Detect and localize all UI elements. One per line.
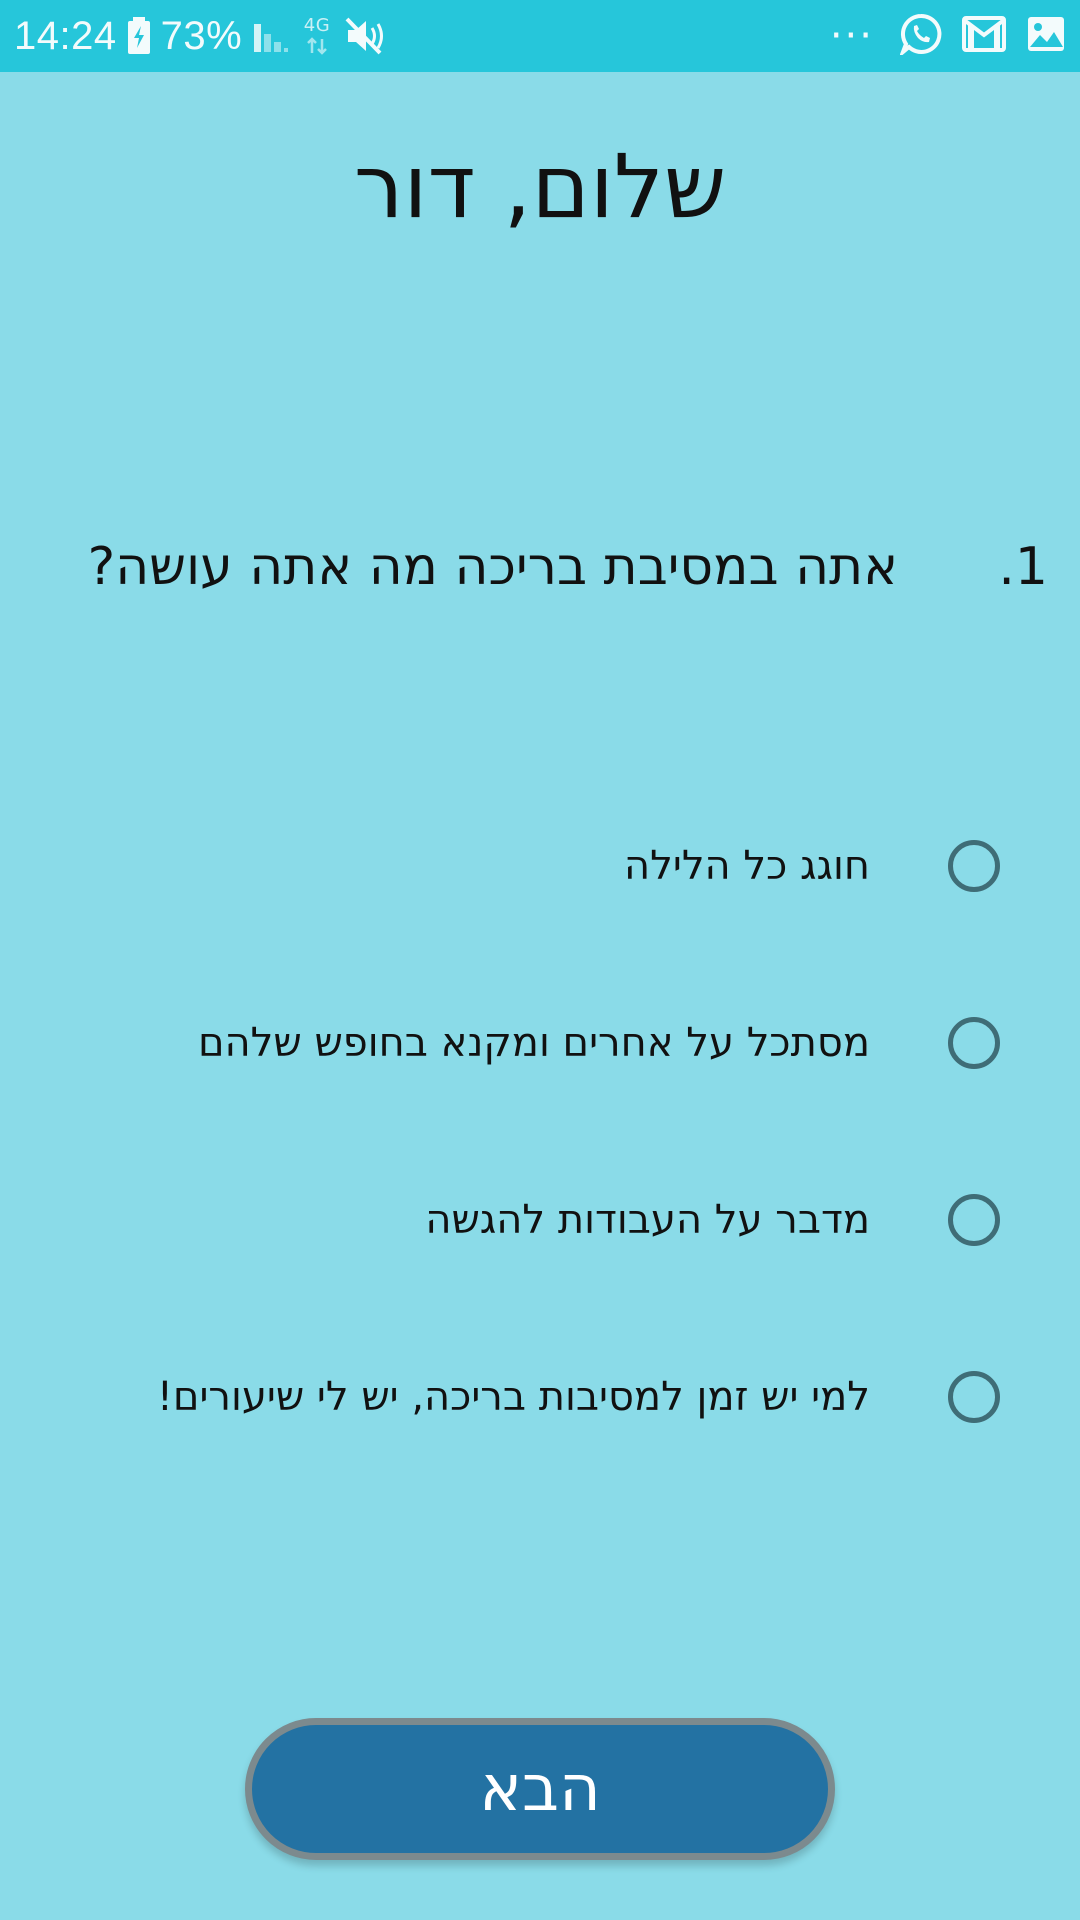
mute-icon [344, 16, 388, 56]
battery-charging-icon [127, 17, 151, 55]
radio-button[interactable] [948, 1194, 1000, 1246]
radio-button[interactable] [948, 840, 1000, 892]
question-number: 1. [998, 537, 1048, 597]
network-4g-icon: 4G [300, 15, 334, 57]
status-bar-right: ··· [830, 0, 1066, 72]
radio-button[interactable] [948, 1371, 1000, 1423]
answer-option-label[interactable]: חוגג כל הלילה [624, 843, 870, 889]
next-button-label: הבא [479, 1752, 601, 1826]
answer-options: חוגג כל הלילה מסתכל על אחרים ומקנא בחופש… [40, 830, 1000, 1538]
question: 1. אתה במסיבת בריכה מה אתה עושה? [38, 535, 1048, 599]
question-text: אתה במסיבת בריכה מה אתה עושה? [87, 537, 898, 597]
answer-option-3[interactable]: מדבר על העבודות להגשה [40, 1184, 1000, 1256]
battery-percent: 73% [160, 13, 243, 58]
status-bar: 14:24 73% 4G ··· [0, 0, 1080, 72]
answer-option-label[interactable]: מדבר על העבודות להגשה [425, 1197, 870, 1243]
status-bar-left: 14:24 73% 4G [14, 0, 388, 72]
answer-option-label[interactable]: מסתכל על אחרים ומקנא בחופש שלהם [198, 1020, 870, 1066]
page-title: שלום, דור [353, 135, 727, 238]
answer-option-1[interactable]: חוגג כל הלילה [40, 830, 1000, 902]
gallery-icon [1026, 15, 1066, 57]
status-time: 14:24 [14, 13, 117, 58]
answer-option-label[interactable]: למי יש זמן למסיבות בריכה, יש לי שיעורים! [157, 1374, 870, 1420]
radio-button[interactable] [948, 1017, 1000, 1069]
signal-icon [252, 18, 290, 54]
answer-option-4[interactable]: למי יש זמן למסיבות בריכה, יש לי שיעורים! [40, 1361, 1000, 1433]
whatsapp-icon [898, 13, 942, 59]
more-notifications-icon: ··· [829, 13, 874, 59]
network-4g-label: 4G [304, 15, 330, 36]
gmail-icon [962, 15, 1006, 57]
next-button[interactable]: הבא [245, 1718, 835, 1860]
answer-option-2[interactable]: מסתכל על אחרים ומקנא בחופש שלהם [40, 1007, 1000, 1079]
